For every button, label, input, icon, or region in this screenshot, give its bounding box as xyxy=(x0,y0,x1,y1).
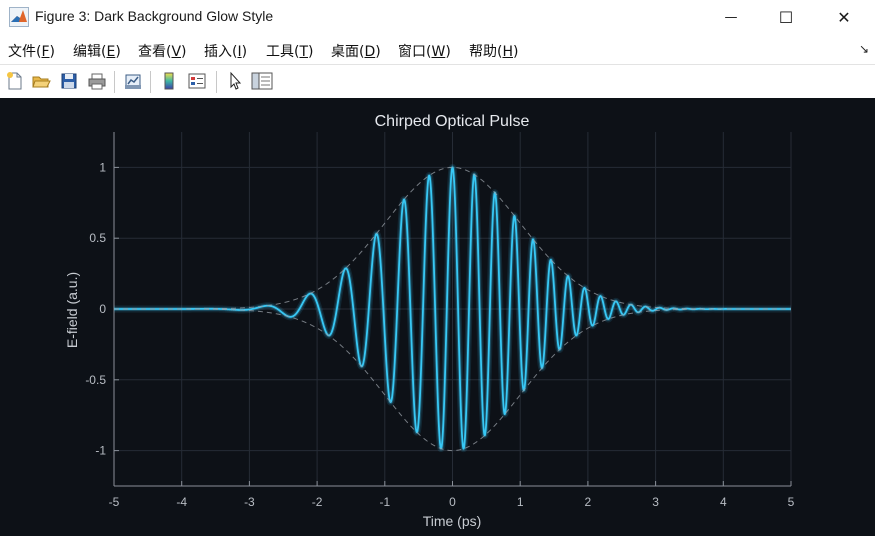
menu-desktop[interactable]: 桌面(D) xyxy=(331,41,381,61)
print-button[interactable] xyxy=(85,69,109,93)
menu-edit[interactable]: 编辑(E) xyxy=(73,41,121,61)
menu-window[interactable]: 窗口(W) xyxy=(398,41,451,61)
open-file-button[interactable] xyxy=(29,69,53,93)
minimize-button[interactable]: — xyxy=(708,0,754,34)
maximize-icon: ☐ xyxy=(778,7,794,27)
menu-bar: 文件(F) 编辑(E) 查看(V) 插入(I) 工具(T) 桌面(D) 窗口(W… xyxy=(0,34,875,64)
y-tick-label: 0 xyxy=(99,302,106,316)
close-button[interactable]: ✕ xyxy=(821,0,867,34)
x-tick-label: -4 xyxy=(176,495,187,509)
x-tick-label: -2 xyxy=(312,495,323,509)
legend-icon xyxy=(188,73,206,89)
maximize-button[interactable]: ☐ xyxy=(763,0,809,34)
y-tick-label: -0.5 xyxy=(85,373,106,387)
toolbar-separator xyxy=(216,71,217,93)
y-tick-label: -1 xyxy=(95,444,106,458)
figure-canvas: -5 -4 -3 -2 -1 0 1 2 3 4 5 -1 -0.5 0 0.5 1 Chirped Opti… xyxy=(0,98,875,536)
property-inspector-icon xyxy=(251,72,273,90)
menu-file[interactable]: 文件(F) xyxy=(8,41,55,61)
x-tick-label: 2 xyxy=(585,495,592,509)
matlab-logo-icon xyxy=(9,7,29,27)
save-button[interactable] xyxy=(57,69,81,93)
menu-view[interactable]: 查看(V) xyxy=(138,41,187,61)
new-figure-icon xyxy=(7,72,22,90)
x-tick-label: -1 xyxy=(379,495,390,509)
toolbar-separator xyxy=(114,71,115,93)
edit-plot-button[interactable] xyxy=(223,69,247,93)
link-plot-button[interactable] xyxy=(121,69,145,93)
colorbar-icon xyxy=(164,72,174,90)
x-tick-label: -5 xyxy=(109,495,120,509)
x-tick-label: 5 xyxy=(788,495,795,509)
y-axis-label: E-field (a.u.) xyxy=(64,272,80,348)
x-tick-label: 0 xyxy=(449,495,456,509)
link-plot-icon xyxy=(125,74,141,89)
y-tick-label: 0.5 xyxy=(89,231,106,245)
x-axis-label: Time (ps) xyxy=(423,513,482,529)
x-tick-label: 3 xyxy=(652,495,659,509)
chart-title: Chirped Optical Pulse xyxy=(375,113,530,130)
open-folder-icon xyxy=(32,76,51,88)
toolbar-separator xyxy=(150,71,151,93)
property-inspector-button[interactable] xyxy=(250,69,274,93)
close-icon: ✕ xyxy=(837,7,851,27)
pointer-icon xyxy=(230,71,242,90)
x-tick-label: 4 xyxy=(720,495,727,509)
insert-colorbar-button[interactable] xyxy=(157,69,181,93)
chart-svg: -5 -4 -3 -2 -1 0 1 2 3 4 5 -1 -0.5 0 0.5 1 Chirped Opti… xyxy=(64,113,795,529)
window-title: Figure 3: Dark Background Glow Style xyxy=(35,8,274,24)
new-figure-button[interactable] xyxy=(3,69,27,93)
insert-legend-button[interactable] xyxy=(185,69,209,93)
menu-tools[interactable]: 工具(T) xyxy=(266,41,314,61)
x-tick-label: -3 xyxy=(244,495,255,509)
figure-toolbar xyxy=(0,64,875,99)
y-tick-label: 1 xyxy=(99,160,106,174)
menu-overflow-icon[interactable]: ↘ xyxy=(859,42,869,56)
title-bar: Figure 3: Dark Background Glow Style — ☐… xyxy=(0,0,875,34)
save-icon xyxy=(61,73,77,89)
x-tick-label: 1 xyxy=(517,495,524,509)
menu-help[interactable]: 帮助(H) xyxy=(469,41,518,61)
minimize-icon: — xyxy=(724,9,738,25)
print-icon xyxy=(88,73,106,90)
menu-insert[interactable]: 插入(I) xyxy=(204,41,247,61)
